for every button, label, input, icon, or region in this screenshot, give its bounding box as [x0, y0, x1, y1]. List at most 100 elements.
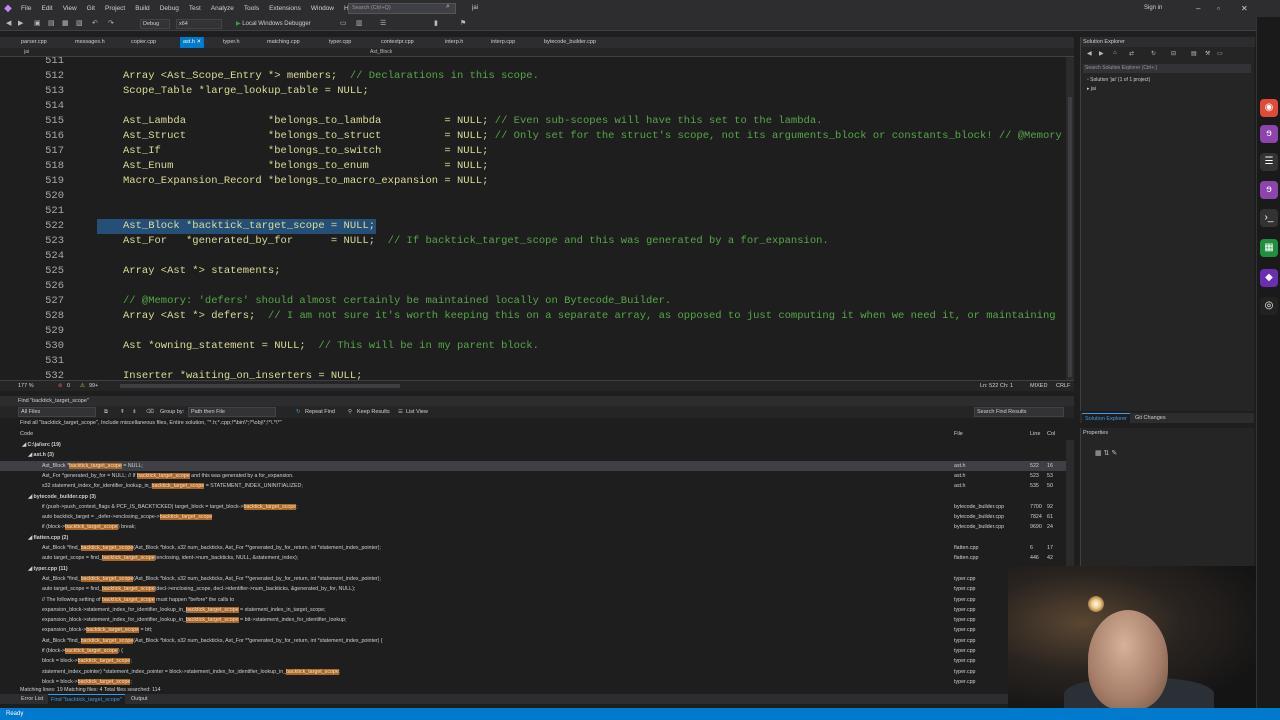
menu-edit[interactable]: Edit	[36, 0, 57, 17]
back-icon[interactable]: ◀	[6, 19, 11, 27]
code-editor[interactable]: 511 512 Array <Ast_Scope_Entry *> members;…	[0, 57, 1066, 380]
result-row[interactable]: Ast_Block *find_backtick_target_scope(As…	[0, 636, 1066, 646]
open-folder-icon[interactable]: ▤	[48, 19, 55, 27]
code-line[interactable]: 521	[0, 204, 1066, 219]
undo-icon[interactable]: ↶	[92, 19, 98, 27]
code-line[interactable]: 515 Ast_Lambda *belongs_to_lambda = NULL;…	[0, 114, 1066, 129]
menu-file[interactable]: File	[16, 0, 36, 17]
visual-studio-icon[interactable]: ◆	[1260, 269, 1278, 287]
menu-extensions[interactable]: Extensions	[264, 0, 306, 17]
search-input[interactable]: Search (Ctrl+Q)	[348, 3, 456, 14]
solution-search-input[interactable]: Search Solution Explorer (Ctrl+;)	[1083, 64, 1251, 73]
result-group[interactable]: ◢ C:\jai\src (19)	[0, 440, 1066, 450]
code-line[interactable]: 512 Array <Ast_Scope_Entry *> members; //…	[0, 69, 1066, 84]
code-line[interactable]: 517 Ast_If *belongs_to_switch = NULL;	[0, 144, 1066, 159]
code-column-header[interactable]: Code	[20, 429, 33, 439]
code-line[interactable]: 523 Ast_For *generated_by_for = NULL; // …	[0, 234, 1066, 249]
clear-icon[interactable]: ⌫	[146, 406, 154, 418]
bottom-tab-1[interactable]: Find "backtick_target_scope"	[48, 694, 125, 705]
notepad-icon[interactable]: ☰	[1260, 153, 1278, 171]
close-tab-icon[interactable]: ✕	[195, 39, 201, 45]
project-dropdown[interactable]: jai	[24, 48, 29, 57]
warning-count[interactable]: 99+	[89, 381, 98, 391]
redo-icon[interactable]: ↷	[108, 19, 114, 27]
platform-select[interactable]: x64	[176, 19, 222, 29]
result-row[interactable]: expansion_block->statement_index_for_ide…	[0, 605, 1066, 615]
tab-parser-cpp[interactable]: parser.cpp	[18, 37, 50, 48]
result-group[interactable]: ◢ flatten.cpp (2)	[0, 533, 1066, 543]
home-icon[interactable]: ⌂	[1113, 50, 1117, 56]
properties-icon[interactable]: ⚒	[1205, 50, 1210, 57]
result-row[interactable]: expansion_block->statement_index_for_ide…	[0, 615, 1066, 625]
code-line[interactable]: 527 // @Memory: 'defers' should almost ce…	[0, 294, 1066, 309]
code-line[interactable]: 514	[0, 99, 1066, 114]
sync-icon[interactable]: ⇄	[1129, 50, 1134, 57]
forward-icon[interactable]: ▶	[18, 19, 23, 27]
tab-interp-cpp[interactable]: interp.cpp	[488, 37, 518, 48]
warning-icon[interactable]: ⚠	[80, 381, 85, 391]
menu-debug[interactable]: Debug	[155, 0, 184, 17]
bookmark-icon[interactable]: ▮	[434, 19, 438, 27]
result-row[interactable]: auto target_scope = find_backtick_target…	[0, 553, 1066, 563]
tab-bytecode-builder-cpp[interactable]: bytecode_builder.cpp	[541, 37, 599, 48]
preview-icon[interactable]: ▭	[1217, 50, 1223, 57]
next-result-icon[interactable]: ⇟	[132, 406, 137, 418]
refresh-icon[interactable]: ↻	[1151, 50, 1156, 57]
search-icon[interactable]: ⌕	[446, 3, 450, 11]
maximize-icon[interactable]: ▫	[1217, 0, 1220, 17]
result-row[interactable]: if (block->backtick_target_scope) break;…	[0, 522, 1066, 532]
right-tab-git-changes[interactable]: Git Changes	[1132, 413, 1169, 423]
bottom-tab-2[interactable]: Output	[128, 694, 151, 704]
code-line[interactable]: 520	[0, 189, 1066, 204]
right-tab-solution-explorer[interactable]: Solution Explorer	[1082, 413, 1130, 424]
tab-typer-h[interactable]: typer.h	[220, 37, 243, 48]
browse-icon[interactable]: ▭	[340, 19, 347, 27]
close-icon[interactable]: ✕	[1241, 0, 1248, 17]
list-view-button[interactable]: List View	[406, 406, 428, 418]
bottom-tab-0[interactable]: Error List	[18, 694, 46, 704]
result-row[interactable]: Ast_Block *backtick_target_scope = NULL;…	[0, 460, 1066, 471]
result-row[interactable]: Ast_Block *find_backtick_target_scope(As…	[0, 574, 1066, 584]
result-row[interactable]: block = block->backtick_target_scope; typ…	[0, 656, 1066, 666]
result-row[interactable]: expansion_block->backtick_target_scope =…	[0, 625, 1066, 635]
tool-icon[interactable]: ⚑	[460, 19, 466, 27]
editor-scroll-thumb[interactable]	[1068, 97, 1072, 377]
error-icon[interactable]: ⊗	[58, 381, 63, 391]
menu-analyze[interactable]: Analyze	[206, 0, 239, 17]
toggle-icon[interactable]: ▥	[356, 19, 363, 27]
code-line[interactable]: 518 Ast_Enum *belongs_to_enum = NULL;	[0, 159, 1066, 174]
save-all-icon[interactable]: ▧	[76, 19, 83, 27]
menu-git[interactable]: Git	[82, 0, 100, 17]
result-row[interactable]: auto target_scope = find_backtick_target…	[0, 584, 1066, 594]
result-row[interactable]: block = block->backtick_target_scope; typ…	[0, 677, 1066, 685]
tab-copier-cpp[interactable]: copier.cpp	[128, 37, 159, 48]
result-row[interactable]: auto backtick_target = _defer->enclosing…	[0, 512, 1066, 522]
cursor-position[interactable]: Ln: 522 Ch: 1	[980, 381, 1013, 391]
tab-interp-h[interactable]: interp.h	[442, 37, 466, 48]
keep-results-button[interactable]: Keep Results	[357, 406, 390, 418]
result-group[interactable]: ◢ bytecode_builder.cpp (3)	[0, 492, 1066, 502]
search-find-results-input[interactable]: Search Find Results	[974, 407, 1064, 417]
project-node[interactable]: ▸ jai	[1087, 85, 1096, 93]
prev-result-icon[interactable]: ⇞	[120, 406, 125, 418]
code-line[interactable]: 511	[0, 57, 1066, 69]
symbol-dropdown[interactable]: Ast_Block	[370, 48, 392, 57]
solution-node[interactable]: ▫ Solution 'jai' (1 of 1 project)	[1087, 76, 1150, 84]
comment-icon[interactable]: ☰	[380, 19, 386, 27]
tab-typer-cpp[interactable]: typer.cpp	[326, 37, 354, 48]
result-row[interactable]: // The following setting of backtick_tar…	[0, 595, 1066, 605]
task-manager-icon[interactable]: ▦	[1260, 239, 1278, 257]
emacs-icon-2[interactable]: ɘ	[1260, 181, 1278, 199]
encoding[interactable]: MIXED	[1030, 381, 1047, 391]
emacs-icon[interactable]: ɘ	[1260, 125, 1278, 143]
menu-test[interactable]: Test	[184, 0, 206, 17]
file-column-header[interactable]: File	[954, 429, 963, 439]
code-line[interactable]: 513 Scope_Table *large_lookup_table = NUL…	[0, 84, 1066, 99]
code-line[interactable]: 532 Inserter *waiting_on_inserters = NULL…	[0, 369, 1066, 380]
code-line[interactable]: 524	[0, 249, 1066, 264]
result-row[interactable]: if (push->push_context_flags & PCF_IS_BA…	[0, 502, 1066, 512]
horizontal-scrollbar[interactable]	[120, 384, 400, 388]
forward-icon[interactable]: ▶	[1099, 50, 1104, 57]
line-endings[interactable]: CRLF	[1056, 381, 1070, 391]
result-row[interactable]: s32 statement_index_for_identifier_looku…	[0, 481, 1066, 491]
